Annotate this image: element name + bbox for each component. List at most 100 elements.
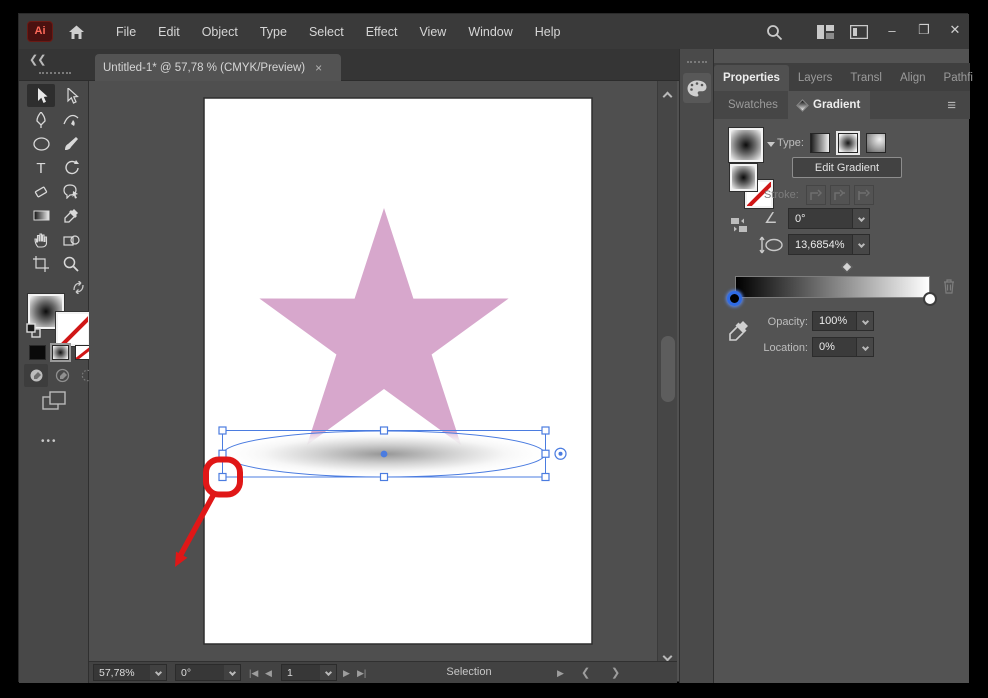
gradient-mode-button[interactable] — [50, 343, 71, 362]
left-dock-grip[interactable] — [39, 72, 71, 74]
tab-gradient[interactable]: Gradient — [788, 91, 871, 119]
gradient-stop-black[interactable] — [727, 291, 742, 306]
artboard-dropdown-icon[interactable] — [320, 665, 336, 680]
paintbrush-tool[interactable] — [57, 132, 85, 155]
edit-toolbar-icon[interactable]: ••• — [41, 436, 58, 447]
stroke-along-button[interactable] — [830, 185, 850, 205]
color-mode-button[interactable] — [29, 345, 46, 360]
search-icon[interactable] — [761, 20, 787, 44]
tab-swatches[interactable]: Swatches — [718, 91, 788, 119]
minimize-button[interactable]: – — [877, 18, 907, 42]
tab-transparency[interactable]: Transl — [841, 65, 891, 91]
previous-artboard-icon[interactable]: ◀ — [265, 663, 272, 683]
menu-select[interactable]: Select — [298, 25, 355, 39]
gradient-slider-bar[interactable] — [735, 276, 930, 298]
handle-top-center[interactable] — [379, 426, 389, 435]
tab-align[interactable]: Align — [891, 65, 935, 91]
reverse-gradient-icon[interactable] — [730, 217, 748, 238]
draw-behind-mode-icon[interactable] — [50, 364, 74, 387]
aspect-ratio-dropdown-icon[interactable] — [852, 235, 869, 254]
menu-object[interactable]: Object — [191, 25, 249, 39]
ellipse-tool[interactable] — [27, 132, 55, 155]
default-fill-stroke-icon[interactable] — [26, 323, 41, 343]
scrollbar-thumb[interactable] — [661, 336, 675, 402]
home-icon[interactable] — [63, 20, 89, 44]
menu-type[interactable]: Type — [249, 25, 298, 39]
menu-window[interactable]: Window — [457, 25, 523, 39]
delete-stop-icon[interactable] — [942, 278, 956, 299]
collapse-left-dock-icon[interactable]: ❮❮ — [29, 53, 46, 66]
maximize-button[interactable]: ❐ — [909, 18, 939, 42]
gradient-stop-white[interactable] — [923, 292, 937, 306]
status-play-icon[interactable]: ▶ — [557, 663, 564, 683]
handle-bottom-right[interactable] — [541, 472, 550, 482]
handle-bottom-center[interactable] — [379, 472, 389, 482]
fill-proxy[interactable] — [729, 163, 758, 192]
pen-tool[interactable] — [27, 108, 55, 131]
workspace-switcher-icon[interactable] — [812, 20, 838, 44]
handle-middle-right[interactable] — [541, 449, 550, 458]
shaper-tool[interactable] — [57, 180, 85, 203]
tab-properties[interactable]: Properties — [714, 65, 789, 91]
draw-normal-mode-icon[interactable] — [24, 364, 48, 387]
zoom-level-field[interactable]: 57,78% — [93, 664, 167, 681]
menu-help[interactable]: Help — [524, 25, 572, 39]
opacity-field[interactable]: 100% — [812, 311, 874, 331]
handle-middle-left[interactable] — [218, 449, 227, 458]
gradient-angle-field[interactable]: 0° — [788, 208, 870, 229]
selection-tool[interactable] — [27, 84, 55, 107]
zoom-dropdown-icon[interactable] — [150, 665, 166, 680]
menu-edit[interactable]: Edit — [147, 25, 191, 39]
scroll-up-icon[interactable] — [662, 87, 673, 105]
arrange-documents-icon[interactable] — [846, 20, 872, 44]
aspect-ratio-field[interactable]: 13,6854% — [788, 234, 870, 255]
swap-fill-stroke-icon[interactable] — [71, 280, 86, 299]
panel-menu-icon[interactable]: ≡ — [937, 91, 966, 119]
vertical-scrollbar[interactable] — [657, 81, 677, 662]
artboard-number-field[interactable]: 1 — [281, 664, 337, 681]
gradient-fill-thumbnail[interactable] — [728, 127, 764, 163]
eraser-tool[interactable] — [27, 180, 55, 203]
zoom-tool[interactable] — [57, 252, 85, 275]
gradient-presets-dropdown-icon[interactable] — [767, 142, 775, 147]
menu-file[interactable]: File — [105, 25, 147, 39]
linear-gradient-type-button[interactable] — [810, 133, 830, 153]
location-field[interactable]: 0% — [812, 337, 874, 357]
selection-center-point[interactable] — [380, 450, 388, 458]
angle-dropdown-icon[interactable] — [852, 209, 869, 228]
stroke-swatch-none[interactable] — [55, 311, 91, 347]
eyedropper-tool[interactable] — [57, 204, 85, 227]
rotation-dropdown-icon[interactable] — [224, 665, 240, 680]
freeform-gradient-type-button[interactable] — [866, 133, 886, 153]
canvas-area[interactable] — [89, 81, 657, 661]
next-artboard-icon[interactable]: ▶ — [343, 663, 350, 683]
color-panel-icon[interactable] — [683, 73, 711, 103]
scroll-left-icon[interactable]: ❮ — [581, 663, 590, 683]
gradient-tool[interactable] — [27, 204, 55, 227]
rotation-field[interactable]: 0° — [175, 664, 241, 681]
stroke-within-button[interactable] — [806, 185, 826, 205]
tab-pathfinder[interactable]: Pathfi — [935, 65, 982, 91]
stroke-across-button[interactable] — [854, 185, 874, 205]
radial-gradient-type-button[interactable] — [836, 131, 860, 155]
location-dropdown-icon[interactable] — [856, 338, 873, 356]
scroll-right-icon[interactable]: ❯ — [611, 663, 620, 683]
document-tab-close-icon[interactable]: × — [315, 61, 322, 75]
last-artboard-icon[interactable]: ▶| — [357, 663, 366, 683]
hand-tool[interactable] — [27, 228, 55, 251]
right-dock-grip[interactable] — [687, 61, 707, 63]
tab-layers[interactable]: Layers — [789, 65, 842, 91]
menu-effect[interactable]: Effect — [355, 25, 409, 39]
handle-top-right[interactable] — [541, 426, 550, 435]
handle-bottom-left[interactable] — [218, 472, 227, 482]
rotate-tool[interactable] — [57, 156, 85, 179]
menu-view[interactable]: View — [408, 25, 457, 39]
direct-selection-tool[interactable] — [57, 84, 85, 107]
close-button[interactable]: ✕ — [941, 18, 969, 42]
handle-top-left[interactable] — [218, 426, 227, 435]
first-artboard-icon[interactable]: |◀ — [249, 663, 258, 683]
opacity-dropdown-icon[interactable] — [856, 312, 873, 330]
artboard-tool[interactable] — [27, 252, 55, 275]
document-tab[interactable]: Untitled-1* @ 57,78 % (CMYK/Preview) × — [95, 54, 341, 81]
type-tool[interactable]: T — [27, 156, 55, 179]
